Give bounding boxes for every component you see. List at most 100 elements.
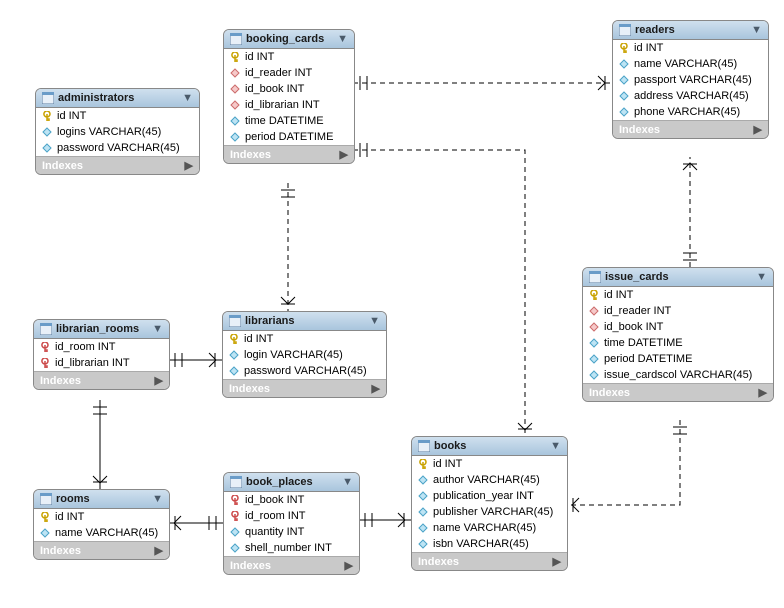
column-row[interactable]: phone VARCHAR(45): [613, 104, 768, 120]
indexes-row[interactable]: Indexes▶: [224, 145, 354, 163]
fk-icon: [589, 322, 599, 332]
column-row[interactable]: period DATETIME: [224, 129, 354, 145]
column-row[interactable]: logins VARCHAR(45): [36, 124, 199, 140]
indexes-row[interactable]: Indexes ▶: [223, 379, 386, 397]
entity-header[interactable]: librarian_rooms ▼: [34, 320, 169, 339]
column-row[interactable]: id_book INT: [583, 319, 773, 335]
column-row[interactable]: name VARCHAR(45): [412, 520, 567, 536]
column-row[interactable]: login VARCHAR(45): [223, 347, 386, 363]
indexes-label: Indexes: [229, 383, 270, 395]
column-text: name VARCHAR(45): [433, 522, 536, 534]
entity-title: booking_cards: [246, 33, 324, 45]
collapse-icon[interactable]: ▼: [369, 315, 380, 327]
column-row[interactable]: address VARCHAR(45): [613, 88, 768, 104]
pkfk-icon: [230, 495, 240, 505]
indexes-row[interactable]: Indexes▶: [34, 541, 169, 559]
entity-readers[interactable]: readers ▼ id INT name VARCHAR(45) passpo…: [612, 20, 769, 139]
column-row[interactable]: id_book INT: [224, 81, 354, 97]
column-row[interactable]: id_reader INT: [583, 303, 773, 319]
column-row[interactable]: id INT: [613, 40, 768, 56]
collapse-icon[interactable]: ▼: [182, 92, 193, 104]
entity-title: rooms: [56, 493, 90, 505]
column-row[interactable]: id_room INT: [34, 339, 169, 355]
entity-title: librarians: [245, 315, 295, 327]
collapse-icon[interactable]: ▼: [152, 323, 163, 335]
table-icon: [229, 315, 241, 327]
column-row[interactable]: id INT: [224, 49, 354, 65]
column-row[interactable]: passport VARCHAR(45): [613, 72, 768, 88]
attr-icon: [230, 116, 240, 126]
entity-administrators[interactable]: administrators ▼ id INT logins VARCHAR(4…: [35, 88, 200, 175]
indexes-row[interactable]: Indexes▶: [412, 552, 567, 570]
column-row[interactable]: quantity INT: [224, 524, 359, 540]
column-row[interactable]: name VARCHAR(45): [34, 525, 169, 541]
column-row[interactable]: period DATETIME: [583, 351, 773, 367]
column-row[interactable]: time DATETIME: [583, 335, 773, 351]
expand-icon: ▶: [185, 159, 193, 172]
entity-issue-cards[interactable]: issue_cards ▼ id INT id_reader INT id_bo…: [582, 267, 774, 402]
attr-icon: [619, 75, 629, 85]
column-row[interactable]: id_librarian INT: [224, 97, 354, 113]
collapse-icon[interactable]: ▼: [751, 24, 762, 36]
entity-book-places[interactable]: book_places ▼ id_book INT id_room INT qu…: [223, 472, 360, 575]
expand-icon: ▶: [372, 382, 380, 395]
column-row[interactable]: id_room INT: [224, 508, 359, 524]
entity-header[interactable]: book_places ▼: [224, 473, 359, 492]
table-icon: [40, 493, 52, 505]
collapse-icon[interactable]: ▼: [152, 493, 163, 505]
attr-icon: [619, 91, 629, 101]
column-text: phone VARCHAR(45): [634, 106, 740, 118]
column-row[interactable]: id INT: [36, 108, 199, 124]
entity-header[interactable]: administrators ▼: [36, 89, 199, 108]
entity-rooms[interactable]: rooms ▼ id INT name VARCHAR(45) Indexes▶: [33, 489, 170, 560]
entity-header[interactable]: readers ▼: [613, 21, 768, 40]
pk-icon: [40, 512, 50, 522]
column-row[interactable]: author VARCHAR(45): [412, 472, 567, 488]
entity-header[interactable]: books ▼: [412, 437, 567, 456]
collapse-icon[interactable]: ▼: [337, 33, 348, 45]
column-row[interactable]: name VARCHAR(45): [613, 56, 768, 72]
column-text: name VARCHAR(45): [55, 527, 158, 539]
column-row[interactable]: publisher VARCHAR(45): [412, 504, 567, 520]
indexes-row[interactable]: Indexes▶: [224, 556, 359, 574]
fk-icon: [230, 84, 240, 94]
column-row[interactable]: id INT: [34, 509, 169, 525]
column-row[interactable]: time DATETIME: [224, 113, 354, 129]
collapse-icon[interactable]: ▼: [342, 476, 353, 488]
column-row[interactable]: id INT: [583, 287, 773, 303]
entity-books[interactable]: books ▼ id INT author VARCHAR(45) public…: [411, 436, 568, 571]
column-row[interactable]: publication_year INT: [412, 488, 567, 504]
table-icon: [230, 476, 242, 488]
collapse-icon[interactable]: ▼: [550, 440, 561, 452]
column-text: shell_number INT: [245, 542, 332, 554]
attr-icon: [619, 107, 629, 117]
column-row[interactable]: shell_number INT: [224, 540, 359, 556]
column-row[interactable]: id INT: [223, 331, 386, 347]
entity-librarian-rooms[interactable]: librarian_rooms ▼ id_room INT id_librari…: [33, 319, 170, 390]
entity-header[interactable]: librarians ▼: [223, 312, 386, 331]
attr-icon: [589, 354, 599, 364]
indexes-row[interactable]: Indexes▶: [36, 156, 199, 174]
column-row[interactable]: isbn VARCHAR(45): [412, 536, 567, 552]
column-row[interactable]: password VARCHAR(45): [36, 140, 199, 156]
entity-header[interactable]: booking_cards ▼: [224, 30, 354, 49]
entity-librarians[interactable]: librarians ▼ id INT login VARCHAR(45) pa…: [222, 311, 387, 398]
column-text: password VARCHAR(45): [57, 142, 180, 154]
attr-icon: [418, 491, 428, 501]
entity-header[interactable]: rooms ▼: [34, 490, 169, 509]
entity-title: readers: [635, 24, 675, 36]
column-text: id_librarian INT: [55, 357, 130, 369]
indexes-row[interactable]: Indexes▶: [583, 383, 773, 401]
indexes-row[interactable]: Indexes▶: [34, 371, 169, 389]
column-row[interactable]: password VARCHAR(45): [223, 363, 386, 379]
indexes-row[interactable]: Indexes▶: [613, 120, 768, 138]
column-row[interactable]: id INT: [412, 456, 567, 472]
column-row[interactable]: id_book INT: [224, 492, 359, 508]
column-row[interactable]: issue_cardscol VARCHAR(45): [583, 367, 773, 383]
collapse-icon[interactable]: ▼: [756, 271, 767, 283]
column-row[interactable]: id_librarian INT: [34, 355, 169, 371]
entity-booking-cards[interactable]: booking_cards ▼ id INT id_reader INT id_…: [223, 29, 355, 164]
column-row[interactable]: id_reader INT: [224, 65, 354, 81]
attr-icon: [418, 475, 428, 485]
entity-header[interactable]: issue_cards ▼: [583, 268, 773, 287]
